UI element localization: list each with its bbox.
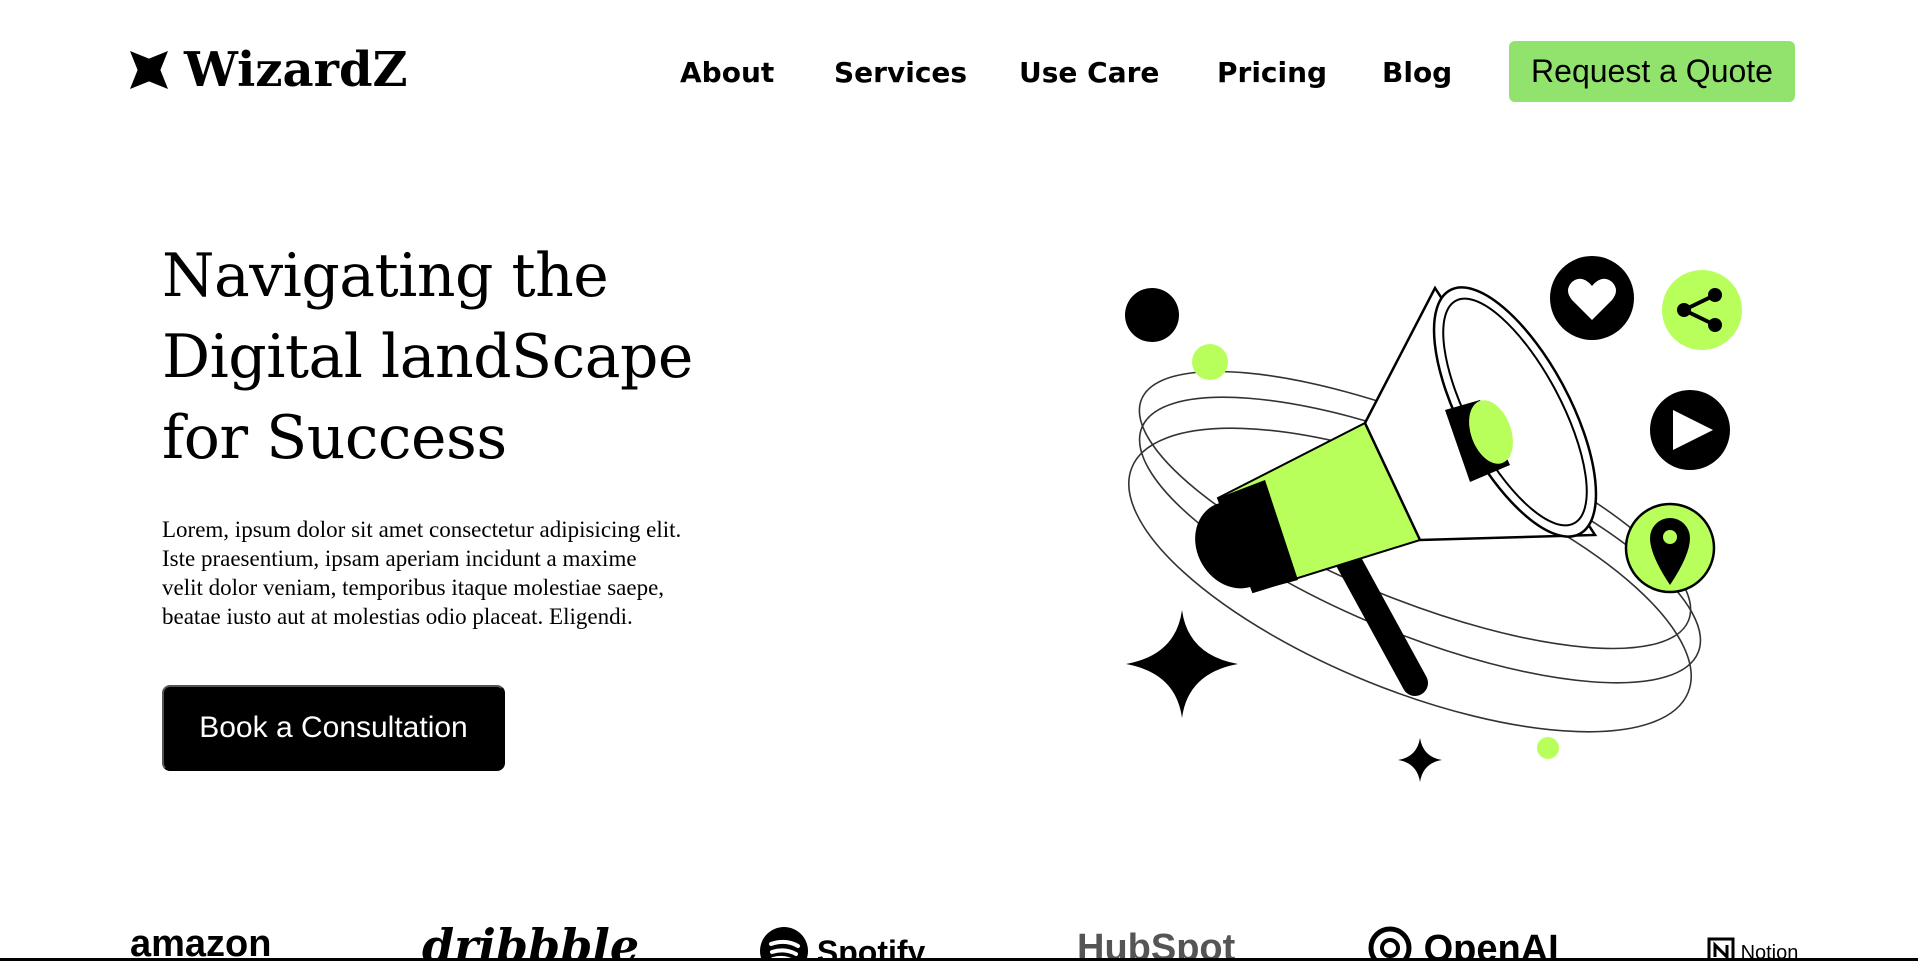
nav-use-care[interactable]: Use Care [1019, 56, 1159, 89]
heart-icon [1550, 256, 1634, 340]
nav-pricing[interactable]: Pricing [1217, 56, 1327, 89]
hero-title-line-2: Digital landScape [162, 322, 693, 392]
openai-icon [1368, 926, 1412, 961]
brand-logo-hubspot: HubSpot [1077, 927, 1236, 961]
hero-title-line-3: for Success [162, 403, 507, 473]
openai-label: OpenAI [1423, 928, 1559, 961]
request-quote-button[interactable]: Request a Quote [1509, 41, 1795, 102]
hero-title: Navigating the Digital landScape for Suc… [162, 236, 782, 479]
book-consultation-button[interactable]: Book a Consultation [162, 685, 505, 771]
megaphone-illustration [1125, 256, 1742, 782]
nav-blog[interactable]: Blog [1382, 56, 1452, 89]
sparkle-star-icon [1126, 610, 1238, 718]
lime-dot [1192, 344, 1228, 380]
black-dot [1125, 288, 1179, 342]
brand-name: WizardZ [184, 42, 408, 98]
hero-description: Lorem, ipsum dolor sit amet consectetur … [162, 517, 682, 629]
sparkle-star-icon [1398, 738, 1442, 782]
nav-about[interactable]: About [680, 56, 774, 89]
logo-mark-icon [130, 51, 168, 89]
spotify-icon [760, 927, 808, 961]
top-nav: WizardZ About Services Use Care Pricing … [0, 0, 1918, 145]
brand-logo-openai: OpenAI [1367, 925, 1559, 961]
brand-logo-spotify: Spotify [760, 927, 925, 961]
lime-dot-small [1537, 737, 1559, 759]
hero-title-line-1: Navigating the [162, 241, 609, 311]
nav-services[interactable]: Services [834, 56, 967, 89]
brand-logo-amazon: amazon [130, 923, 272, 961]
brand-logo-dribbble: dribbble [422, 919, 640, 961]
share-icon [1662, 270, 1742, 350]
brand-logo[interactable]: WizardZ [130, 46, 408, 94]
location-pin-icon [1624, 502, 1716, 594]
play-icon [1650, 390, 1730, 470]
spotify-label: Spotify [816, 934, 926, 961]
partner-logos: amazon dribbble Spotify HubSpot OpenAI N… [0, 915, 1918, 961]
